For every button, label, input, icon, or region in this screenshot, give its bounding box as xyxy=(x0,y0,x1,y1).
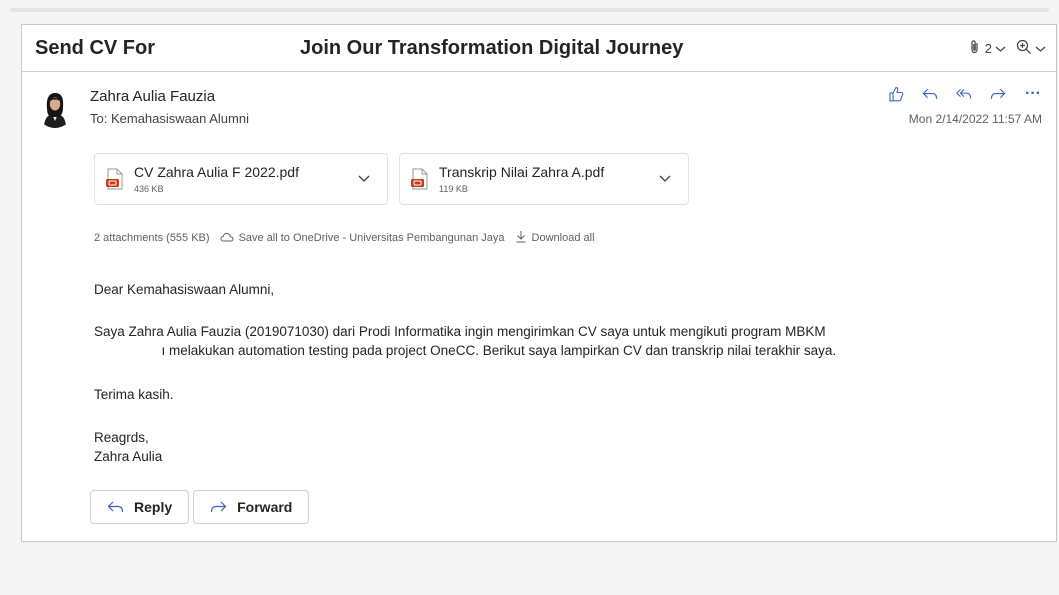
zoom-button[interactable] xyxy=(1016,39,1046,58)
subject-bar: Send CV For Join Our Transformation Digi… xyxy=(22,25,1056,71)
like-icon[interactable] xyxy=(888,86,904,102)
forward-icon[interactable] xyxy=(990,86,1006,102)
more-options-icon[interactable]: ··· xyxy=(1024,85,1042,102)
attachment-size: 119 KB xyxy=(439,184,468,194)
reply-icon[interactable] xyxy=(922,86,938,102)
attachment-count-text: 2 attachments (555 KB) xyxy=(94,232,210,244)
pdf-file-icon xyxy=(105,168,125,190)
reply-icon xyxy=(107,500,124,514)
download-all-link[interactable]: Download all xyxy=(515,230,595,246)
body-thanks: Terima kasih. xyxy=(94,387,174,402)
avatar xyxy=(36,90,74,128)
reply-label: Reply xyxy=(134,499,173,515)
reply-all-icon[interactable] xyxy=(956,86,972,102)
attachment-size: 436 KB xyxy=(134,184,164,194)
forward-button[interactable]: Forward xyxy=(193,490,310,524)
chevron-down-icon xyxy=(1035,41,1046,56)
body-greeting: Dear Kemahasiswaan Alumni, xyxy=(94,282,275,297)
forward-icon xyxy=(210,500,227,514)
reply-actions: Reply Forward xyxy=(90,490,310,524)
body-paragraph: Saya Zahra Aulia Fauzia (2019071030) dar… xyxy=(94,322,836,360)
attachment-name: CV Zahra Aulia F 2022.pdf xyxy=(134,164,299,180)
attachment-count: 2 xyxy=(984,41,992,56)
chevron-down-icon[interactable] xyxy=(357,171,371,185)
chevron-down-icon[interactable] xyxy=(658,171,672,185)
forward-label: Forward xyxy=(237,499,293,515)
download-icon xyxy=(515,230,527,246)
recipient-line: To: Kemahasiswaan Alumni xyxy=(90,111,249,126)
chevron-down-icon xyxy=(995,41,1006,56)
attachment-card[interactable]: Transkrip Nilai Zahra A.pdf 119 KB xyxy=(399,153,689,205)
pdf-file-icon xyxy=(410,168,430,190)
zoom-in-icon xyxy=(1016,39,1032,58)
attachment-list: CV Zahra Aulia F 2022.pdf 436 KB Transkr… xyxy=(94,153,689,205)
window-top-edge xyxy=(0,0,1059,14)
body-line: Saya Zahra Aulia Fauzia (2019071030) dar… xyxy=(94,324,826,339)
save-onedrive-label: Save all to OneDrive - Universitas Pemba… xyxy=(238,232,505,244)
reading-pane: Send CV For Join Our Transformation Digi… xyxy=(21,24,1057,542)
subject-tools: 2 xyxy=(968,39,1046,58)
body-signature: Zahra Aulia xyxy=(94,449,163,464)
message-actions: ··· xyxy=(888,85,1042,102)
attachment-summary: 2 attachments (555 KB) Save all to OneDr… xyxy=(94,230,595,246)
attachment-name: Transkrip Nilai Zahra A.pdf xyxy=(439,164,605,180)
reply-button[interactable]: Reply xyxy=(90,490,190,524)
body-signoff: Reagrds, xyxy=(94,430,149,445)
recipient-name[interactable]: Kemahasiswaan Alumni xyxy=(111,111,249,126)
to-label: To: xyxy=(90,111,108,126)
sender-name[interactable]: Zahra Aulia Fauzia xyxy=(90,88,215,105)
attachment-count-button[interactable]: 2 xyxy=(968,39,1006,58)
subject-prefix: Send CV For xyxy=(35,37,156,59)
save-onedrive-link[interactable]: Save all to OneDrive - Universitas Pemba… xyxy=(220,232,505,245)
cloud-icon xyxy=(220,232,234,245)
download-all-label: Download all xyxy=(531,232,595,244)
paperclip-icon xyxy=(968,39,982,58)
subject-title: Join Our Transformation Digital Journey xyxy=(300,37,684,59)
body-line: ​ ı melakukan automation testing pada pr… xyxy=(94,343,837,358)
message: Zahra Aulia Fauzia To: Kemahasiswaan Alu… xyxy=(22,71,1056,541)
timestamp: Mon 2/14/2022 11:57 AM xyxy=(908,112,1042,126)
attachment-card[interactable]: CV Zahra Aulia F 2022.pdf 436 KB xyxy=(94,153,388,205)
